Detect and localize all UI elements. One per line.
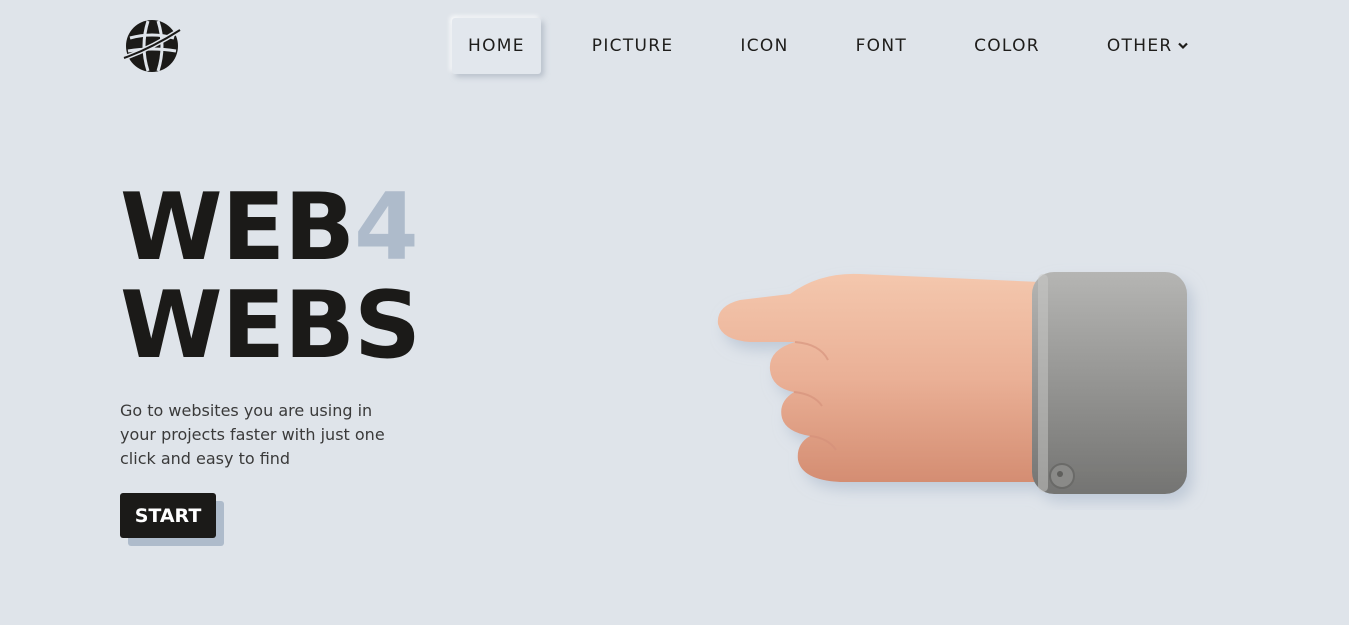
start-button[interactable]: START: [120, 493, 216, 538]
nav-font[interactable]: FONT: [840, 18, 923, 74]
title-web: WEB: [120, 173, 355, 281]
nav-picture[interactable]: PICTURE: [576, 18, 690, 74]
nav-home[interactable]: HOME: [452, 18, 541, 74]
title-accent-4: 4: [354, 173, 419, 281]
pointing-hand-illustration: [717, 272, 1187, 494]
chevron-down-icon: [1178, 42, 1189, 50]
nav-icon[interactable]: ICON: [724, 18, 804, 74]
start-button-wrap: START: [120, 493, 224, 546]
title-webs: WEBS: [120, 271, 421, 379]
nav-other-label: OTHER: [1106, 36, 1173, 56]
main-nav: HOME PICTURE ICON FONT COLOR OTHER: [452, 18, 1204, 74]
globe-logo-icon[interactable]: [122, 18, 182, 74]
hero-title: WEB4 WEBS: [120, 178, 421, 374]
nav-color[interactable]: COLOR: [958, 18, 1056, 74]
nav-other[interactable]: OTHER: [1091, 18, 1205, 74]
hero-description: Go to websites you are using in your pro…: [120, 401, 385, 468]
